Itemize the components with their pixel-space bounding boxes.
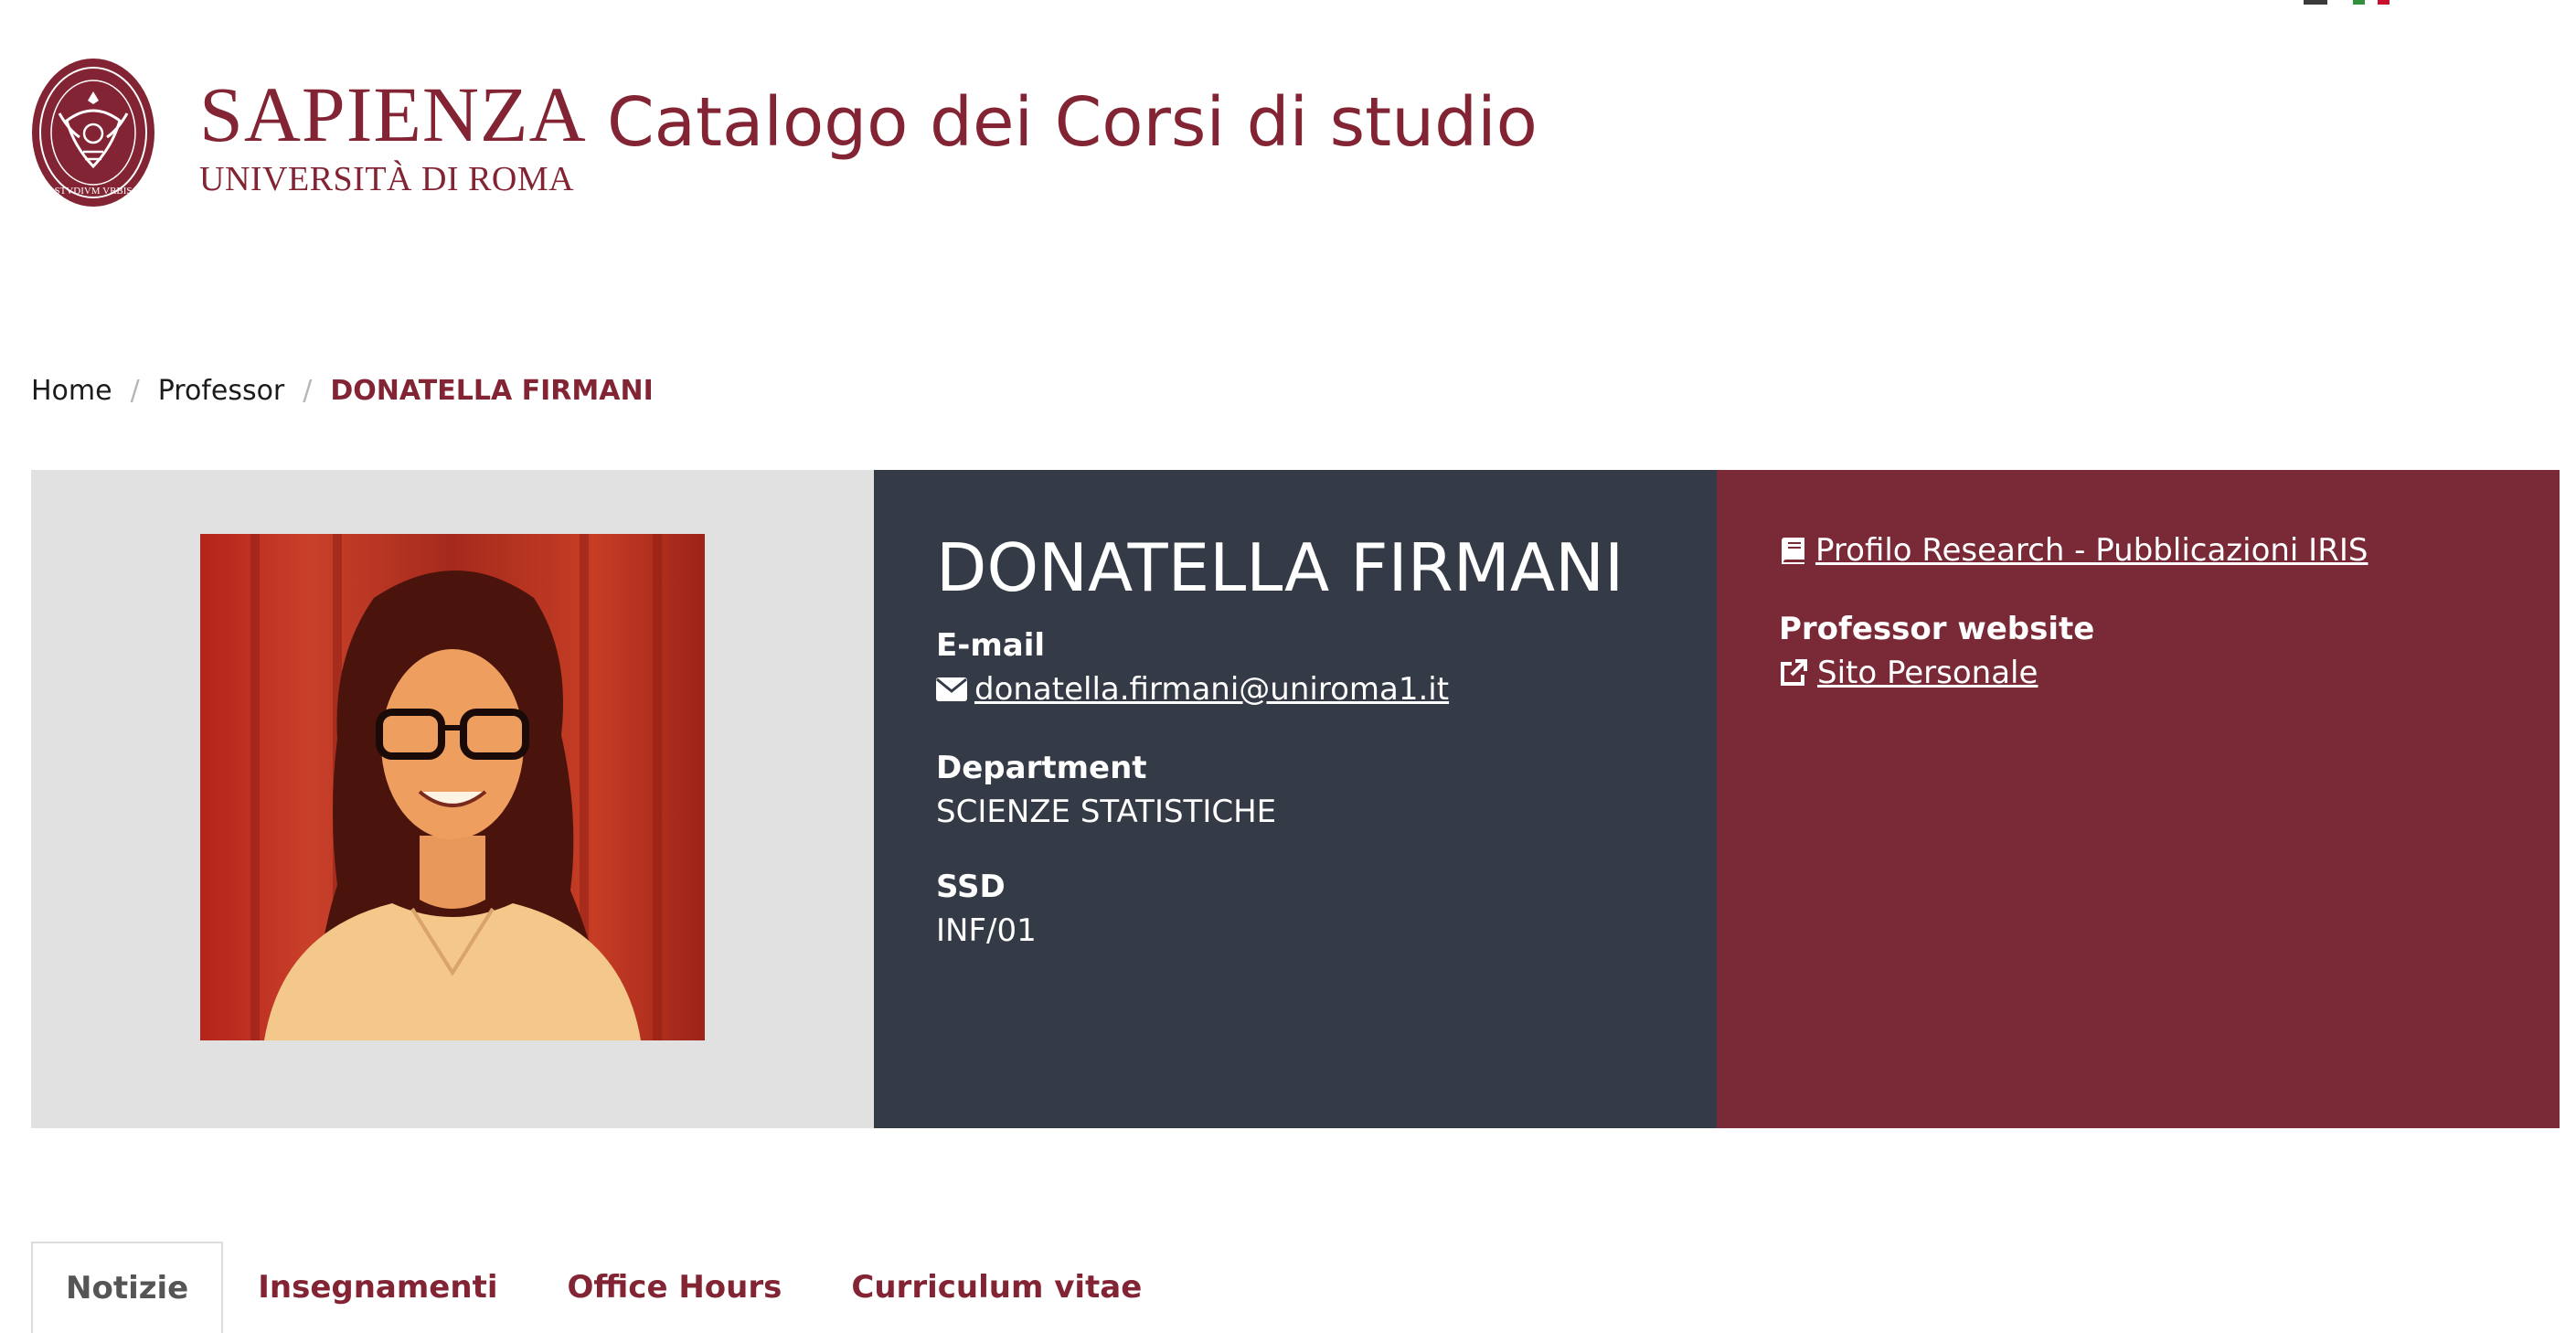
language-switcher xyxy=(2304,0,2390,5)
envelope-icon xyxy=(936,677,967,701)
book-icon xyxy=(1782,538,1804,564)
professor-name: DONATELLA FIRMANI xyxy=(936,529,1624,606)
site-title[interactable]: Catalogo dei Corsi di studio xyxy=(607,79,1538,166)
brand-name: SAPIENZA xyxy=(199,70,587,158)
brand-subtitle: UNIVERSITÀ DI ROMA xyxy=(199,160,575,198)
italian-flag-icon[interactable] xyxy=(2353,0,2390,5)
breadcrumb-separator: / xyxy=(130,375,140,407)
department-label: Department xyxy=(936,750,1147,786)
professor-portrait xyxy=(200,534,705,1040)
links-panel: Profilo Research - Pubblicazioni IRIS Pr… xyxy=(1717,470,2560,1128)
research-profile-row: Profilo Research - Pubblicazioni IRIS xyxy=(1779,530,2368,571)
breadcrumb-current: DONATELLA FIRMANI xyxy=(330,375,654,407)
ssd-value: INF/01 xyxy=(936,912,1037,949)
external-link-icon xyxy=(1781,659,1807,686)
personal-site-link[interactable]: Sito Personale xyxy=(1817,653,2038,693)
page: STVDIVM VRBIS SAPIENZA UNIVERSITÀ DI ROM… xyxy=(0,0,2576,1333)
professor-profile-card: DONATELLA FIRMANI E-mail donatella.firma… xyxy=(31,470,2560,1128)
breadcrumb-separator: / xyxy=(303,375,313,407)
tab-office-hours[interactable]: Office Hours xyxy=(532,1242,816,1333)
sapienza-seal-icon[interactable]: STVDIVM VRBIS xyxy=(30,57,156,208)
photo-panel xyxy=(31,470,874,1128)
brand-wordmark[interactable]: SAPIENZA UNIVERSITÀ DI ROMA xyxy=(199,75,587,199)
email-label: E-mail xyxy=(936,627,1046,664)
personal-site-row: Sito Personale xyxy=(1779,653,2038,693)
professor-website-label: Professor website xyxy=(1779,611,2095,647)
contact-panel: DONATELLA FIRMANI E-mail donatella.firma… xyxy=(874,470,1717,1128)
breadcrumb: Home / Professor / DONATELLA FIRMANI xyxy=(31,375,654,407)
research-profile-link[interactable]: Profilo Research - Pubblicazioni IRIS xyxy=(1815,530,2368,571)
logo-seal-text: STVDIVM VRBIS xyxy=(54,186,132,197)
email-link[interactable]: donatella.firmani@uniroma1.it xyxy=(974,669,1449,709)
profile-tabs: Notizie Insegnamenti Office Hours Curric… xyxy=(31,1240,1914,1333)
tab-insegnamenti[interactable]: Insegnamenti xyxy=(223,1242,532,1333)
breadcrumb-home[interactable]: Home xyxy=(31,375,112,407)
tab-curriculum-vitae[interactable]: Curriculum vitae xyxy=(816,1242,1176,1333)
tab-notizie[interactable]: Notizie xyxy=(31,1242,224,1333)
department-value: SCIENZE STATISTICHE xyxy=(936,794,1277,830)
email-row: donatella.firmani@uniroma1.it xyxy=(936,669,1449,709)
ssd-label: SSD xyxy=(936,869,1006,905)
english-flag-icon[interactable] xyxy=(2304,0,2327,5)
breadcrumb-professor[interactable]: Professor xyxy=(158,375,285,407)
